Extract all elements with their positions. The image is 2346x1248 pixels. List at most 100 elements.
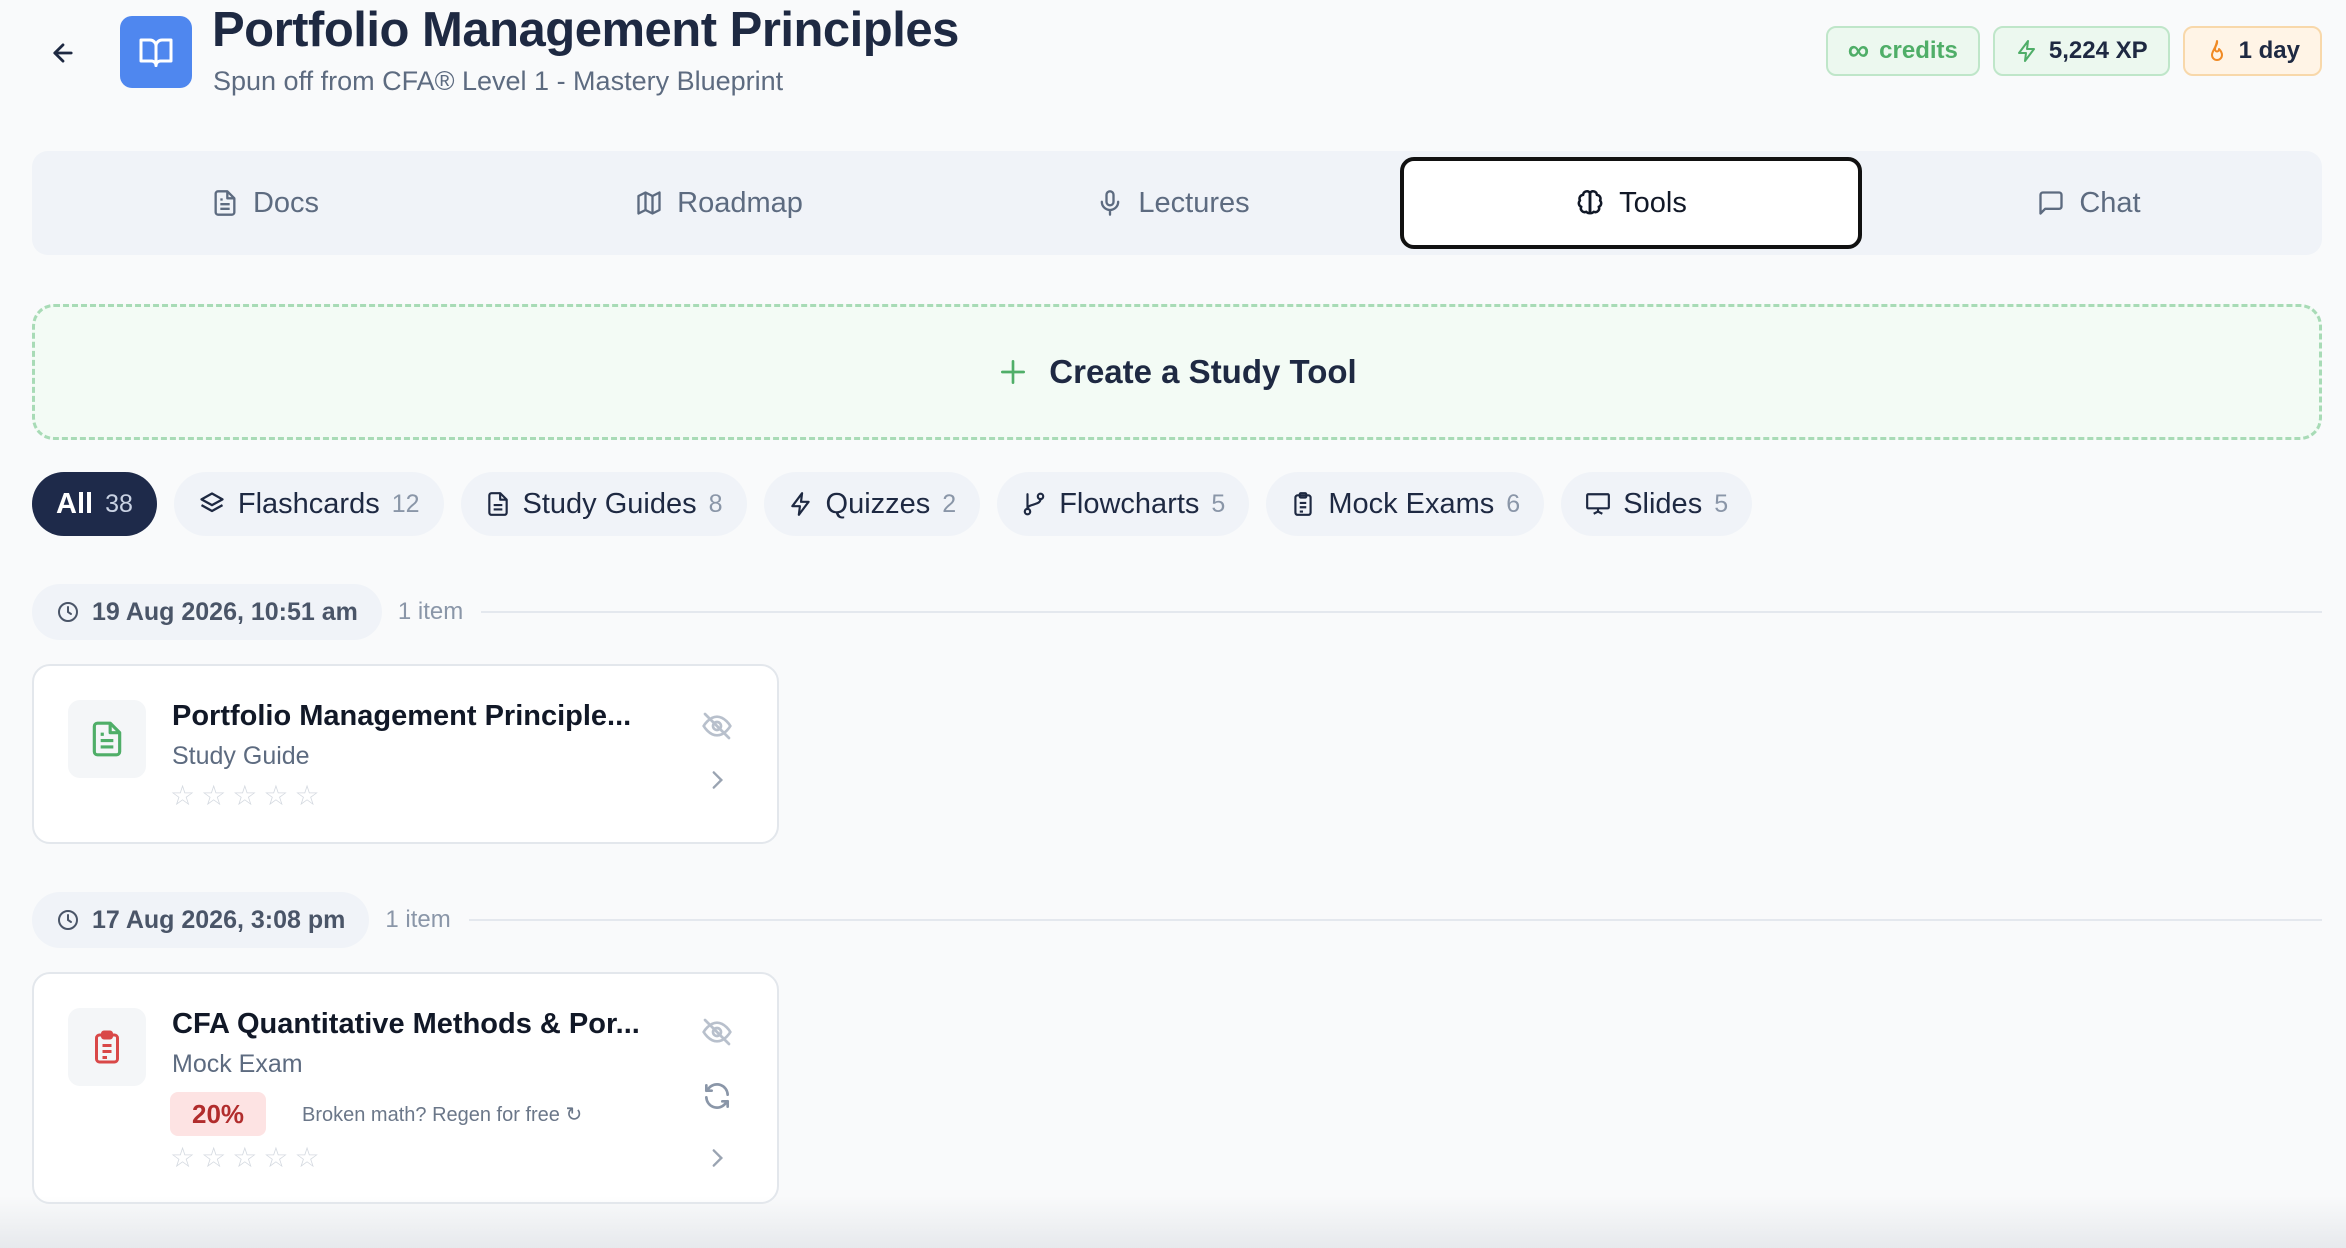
brain-icon: [1577, 190, 1603, 215]
hide-button[interactable]: [699, 1014, 735, 1050]
map-icon: [637, 191, 661, 215]
filter-flowcharts[interactable]: Flowcharts 5: [997, 472, 1250, 536]
date-label: 19 Aug 2026, 10:51 am: [92, 597, 358, 626]
chat-icon: [2039, 191, 2064, 215]
study-tool-card[interactable]: CFA Quantitative Methods & Por... Mock E…: [32, 972, 779, 1204]
hide-button[interactable]: [699, 708, 735, 744]
divider: [468, 919, 2322, 921]
streak-badge[interactable]: 1 day: [2182, 26, 2322, 76]
card-title: CFA Quantitative Methods & Por...: [172, 1008, 640, 1040]
star-icon[interactable]: ☆: [201, 782, 226, 810]
filter-mock-exams[interactable]: Mock Exams 6: [1266, 472, 1545, 536]
regen-link[interactable]: Broken math? Regen for free ↻: [302, 1102, 582, 1127]
microphone-icon: [1101, 190, 1120, 216]
bottom-fade: [0, 1196, 2346, 1248]
header-badges: ∞ credits 5,224 XP 1 day: [1825, 26, 2322, 76]
filter-slides[interactable]: Slides 5: [1561, 472, 1753, 536]
filter-count: 8: [708, 489, 723, 518]
item-count: 1 item: [397, 598, 464, 625]
score-badge: 20%: [170, 1092, 267, 1136]
streak-value: 1 day: [2238, 37, 2300, 64]
tab-lectures[interactable]: Lectures: [946, 157, 1400, 249]
eye-off-icon: [702, 712, 732, 740]
star-icon[interactable]: ☆: [263, 1144, 288, 1172]
clipboard-icon: [95, 1030, 119, 1064]
credits-label: credits: [1879, 37, 1958, 64]
filter-all[interactable]: All 38: [32, 472, 157, 536]
star-icon[interactable]: ☆: [294, 782, 319, 810]
tab-label: Tools: [1619, 186, 1687, 219]
page-subtitle: Spun off from CFA® Level 1 - Mastery Blu…: [213, 66, 784, 96]
regenerate-button[interactable]: [699, 1078, 735, 1114]
star-icon[interactable]: ☆: [170, 782, 195, 810]
eye-off-icon: [702, 1018, 732, 1046]
tab-label: Lectures: [1138, 186, 1250, 219]
filter-count: 5: [1714, 489, 1729, 518]
back-button[interactable]: [40, 30, 86, 76]
tab-docs[interactable]: Docs: [38, 157, 492, 249]
open-button[interactable]: [699, 1140, 735, 1176]
document-icon: [487, 492, 508, 516]
filter-label: Flashcards: [237, 487, 380, 520]
tab-label: Roadmap: [677, 186, 803, 219]
tab-roadmap[interactable]: Roadmap: [492, 157, 946, 249]
tab-chat[interactable]: Chat: [1862, 157, 2316, 249]
document-icon: [214, 190, 236, 216]
filter-study-guides[interactable]: Study Guides 8: [460, 472, 747, 536]
credits-badge[interactable]: ∞ credits: [1825, 26, 1980, 76]
branch-icon: [1023, 492, 1045, 516]
star-icon[interactable]: ☆: [232, 782, 257, 810]
filter-label: Quizzes: [825, 487, 931, 520]
filter-count: 5: [1211, 489, 1226, 518]
create-study-tool-button[interactable]: Create a Study Tool: [32, 304, 2322, 440]
presentation-icon: [1586, 493, 1611, 515]
filter-quizzes[interactable]: Quizzes 2: [763, 472, 981, 536]
xp-badge[interactable]: 5,224 XP: [1992, 26, 2170, 76]
main-tabs: Docs Roadmap Lectures Tools Chat: [32, 151, 2322, 255]
page-title: Portfolio Management Principles: [212, 3, 959, 57]
star-icon[interactable]: ☆: [294, 1144, 319, 1172]
open-book-icon: [139, 38, 173, 67]
create-label: Create a Study Tool: [1049, 353, 1357, 390]
date-label: 17 Aug 2026, 3:08 pm: [92, 905, 346, 934]
tab-label: Chat: [2079, 186, 2141, 219]
filter-flashcards[interactable]: Flashcards 12: [173, 472, 444, 536]
filter-label: Mock Exams: [1328, 487, 1495, 520]
app-icon: [120, 16, 192, 88]
tab-tools[interactable]: Tools: [1400, 157, 1862, 249]
plus-icon: [1001, 360, 1026, 384]
star-icon[interactable]: ☆: [170, 1144, 195, 1172]
clock-icon: [58, 602, 78, 622]
flame-icon: [2210, 40, 2223, 61]
card-type: Mock Exam: [172, 1050, 303, 1078]
date-group-header: 17 Aug 2026, 3:08 pm 1 item: [32, 892, 2322, 948]
filter-count: 6: [1506, 489, 1521, 518]
filter-label: Study Guides: [522, 487, 697, 520]
date-group-header: 19 Aug 2026, 10:51 am 1 item: [32, 584, 2322, 640]
star-rating[interactable]: ☆ ☆ ☆ ☆ ☆: [170, 1144, 320, 1172]
date-pill: 19 Aug 2026, 10:51 am: [32, 584, 382, 640]
filter-count: 12: [391, 489, 420, 518]
clipboard-icon: [1294, 492, 1312, 516]
card-type: Study Guide: [172, 742, 310, 770]
star-icon[interactable]: ☆: [263, 782, 288, 810]
star-icon[interactable]: ☆: [201, 1144, 226, 1172]
document-icon: [92, 721, 122, 757]
refresh-icon: [705, 1083, 729, 1109]
item-count: 1 item: [385, 906, 451, 933]
filter-label: Slides: [1623, 487, 1703, 520]
filter-count: 2: [942, 489, 957, 518]
star-rating[interactable]: ☆ ☆ ☆ ☆ ☆: [170, 782, 320, 810]
card-title: Portfolio Management Principle...: [172, 700, 632, 732]
date-pill: 17 Aug 2026, 3:08 pm: [32, 892, 370, 948]
card-icon: [68, 700, 146, 778]
chevron-right-icon: [712, 1149, 724, 1167]
layers-icon: [200, 492, 224, 513]
tab-label: Docs: [252, 186, 320, 219]
study-tool-card[interactable]: Portfolio Management Principle... Study …: [32, 664, 779, 844]
star-icon[interactable]: ☆: [232, 1144, 257, 1172]
lightning-icon: [2017, 40, 2035, 62]
filter-count: 38: [105, 489, 133, 518]
card-icon: [68, 1008, 146, 1086]
open-button[interactable]: [699, 762, 735, 798]
